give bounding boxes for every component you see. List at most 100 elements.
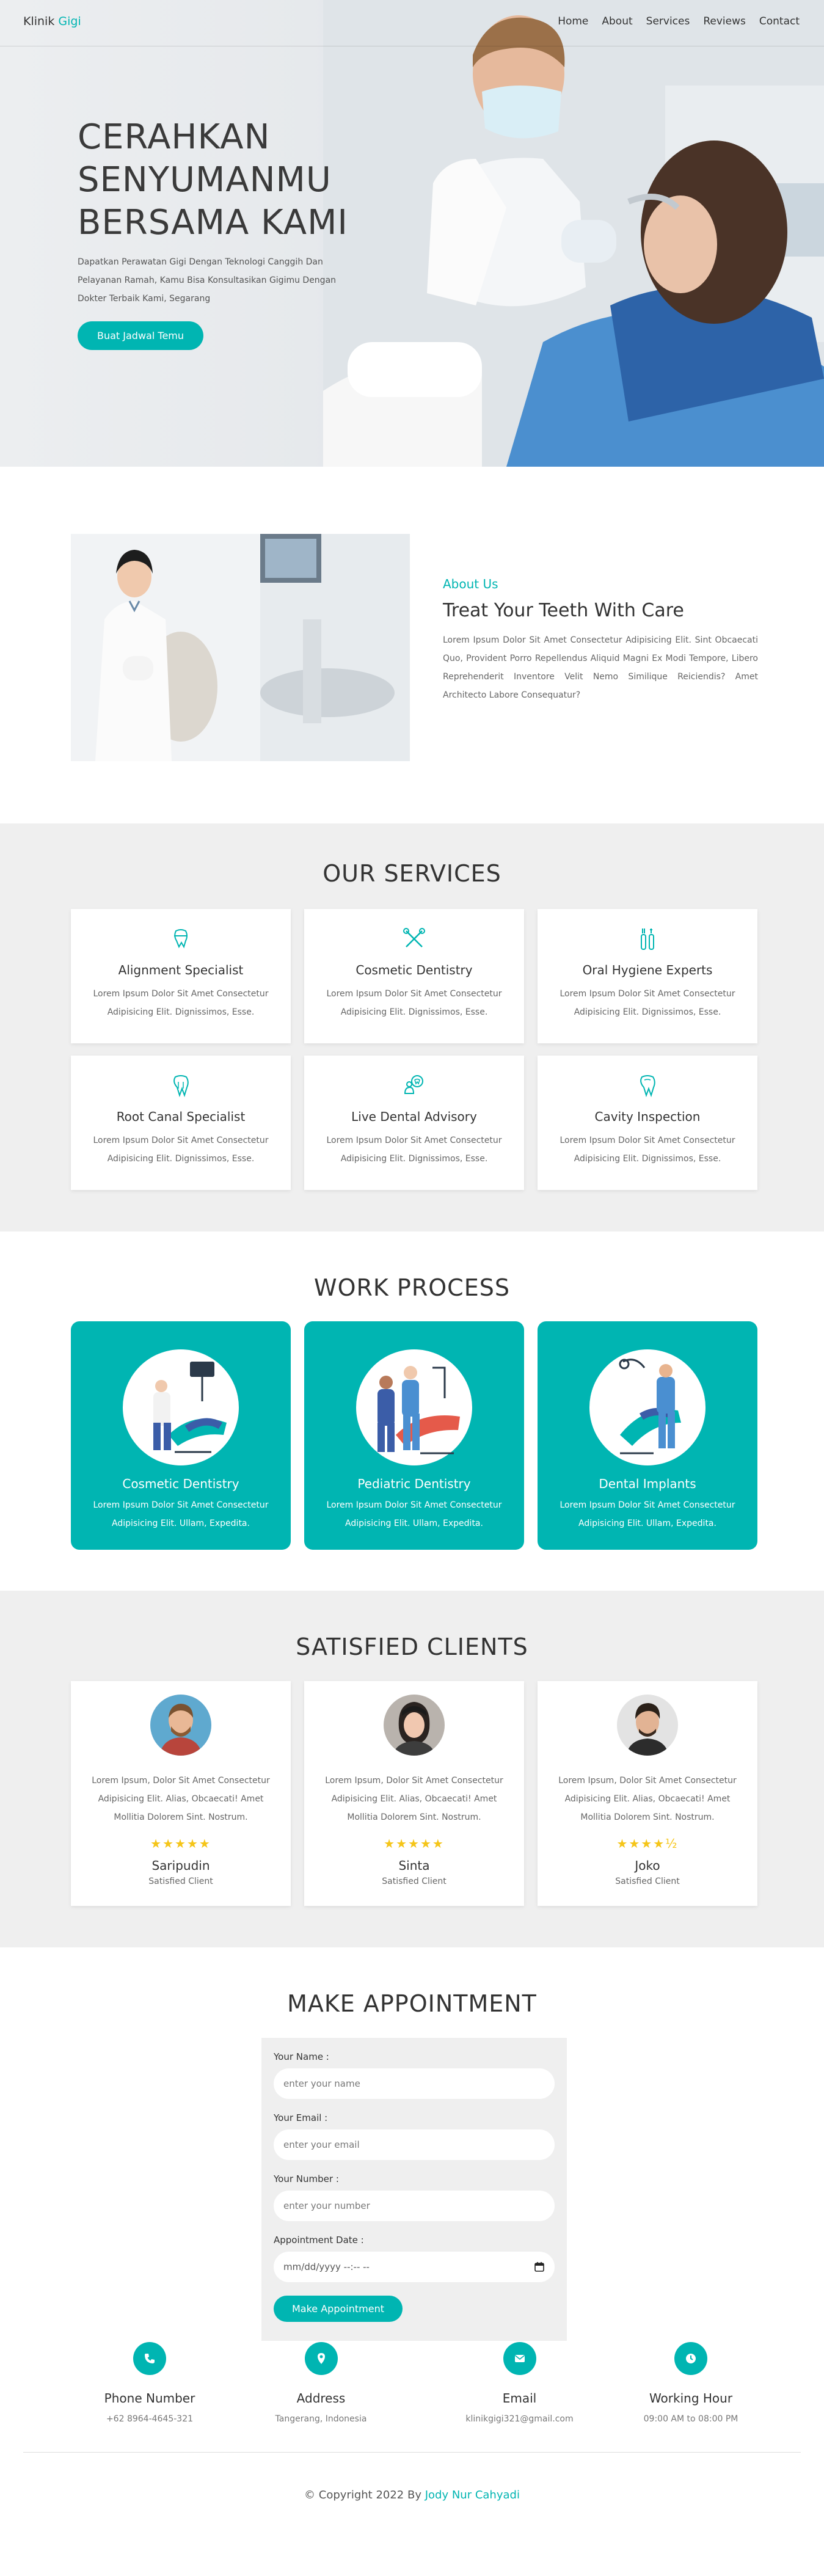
process-card-description: Lorem Ipsum Dolor Sit Amet Consectetur A… — [93, 1500, 269, 1528]
client-grid: Lorem Ipsum, Dolor Sit Amet Consectetur … — [71, 1681, 757, 1906]
testimonial-card: Lorem Ipsum, Dolor Sit Amet Consectetur … — [304, 1681, 524, 1906]
braces-icon — [174, 929, 188, 949]
service-description: Lorem Ipsum Dolor Sit Amet Consectetur A… — [93, 989, 269, 1017]
logo[interactable]: Klinik Gigi — [23, 15, 81, 28]
contact-value: Tangerang, Indonesia — [275, 2414, 367, 2424]
nav-link-reviews[interactable]: Reviews — [703, 15, 746, 27]
date-input-value: mm/dd/yyyy --:-- -- — [283, 2261, 370, 2272]
service-card[interactable]: Alignment Specialist Lorem Ipsum Dolor S… — [71, 909, 291, 1043]
service-title: Oral Hygiene Experts — [582, 963, 713, 977]
name-label: Your Name : — [274, 2051, 329, 2062]
service-title: Live Dental Advisory — [351, 1109, 477, 1124]
make-appointment-button[interactable]: Make Appointment — [274, 2296, 403, 2322]
date-input[interactable]: mm/dd/yyyy --:-- -- — [274, 2252, 555, 2282]
hero-description: Dapatkan Perawatan Gigi Dengan Teknologi… — [78, 257, 337, 304]
contact-value: 09:00 AM to 08:00 PM — [643, 2414, 738, 2424]
testimonial-card: Lorem Ipsum, Dolor Sit Amet Consectetur … — [71, 1681, 291, 1906]
process-grid: Cosmetic Dentistry Lorem Ipsum Dolor Sit… — [71, 1321, 757, 1550]
author-link[interactable]: Jody Nur Cahyadi — [425, 2489, 520, 2501]
client-name: Joko — [635, 1858, 660, 1873]
contact-item: Email klinikgigi321@gmail.com — [420, 2342, 619, 2424]
service-card[interactable]: Oral Hygiene Experts Lorem Ipsum Dolor S… — [538, 909, 757, 1043]
contact-value[interactable]: klinikgigi321@gmail.com — [420, 2414, 619, 2424]
service-card[interactable]: Live Dental Advisory Lorem Ipsum Dolor S… — [304, 1056, 524, 1190]
process-card-title: Pediatric Dentistry — [357, 1476, 471, 1491]
divider — [23, 2452, 801, 2453]
contact-item: Phone Number +62 8964-4645-321 — [78, 2342, 222, 2424]
avatar — [384, 1695, 445, 1756]
service-card[interactable]: Root Canal Specialist Lorem Ipsum Dolor … — [71, 1056, 291, 1190]
about-content: About Us Treat Your Teeth With Care Lore… — [443, 577, 758, 704]
contact-section: Phone Number +62 8964-4645-321 Address T… — [0, 2342, 824, 2483]
tooth-root-icon — [173, 1075, 189, 1098]
nav-link-contact[interactable]: Contact — [759, 15, 800, 27]
email-input[interactable]: enter your email — [274, 2129, 555, 2160]
service-grid: Alignment Specialist Lorem Ipsum Dolor S… — [71, 909, 758, 1190]
tooth-icon — [640, 1075, 655, 1098]
nav-link-about[interactable]: About — [602, 15, 632, 27]
location-pin-icon — [304, 2342, 338, 2375]
about-section: About Us Treat Your Teeth With Care Lore… — [0, 467, 824, 823]
nav-link-home[interactable]: Home — [558, 15, 588, 27]
book-appointment-button[interactable]: Buat Jadwal Temu — [78, 321, 204, 350]
appointment-title: MAKE APPOINTMENT — [287, 1990, 537, 2017]
process-card[interactable]: Pediatric Dentistry Lorem Ipsum Dolor Si… — [304, 1321, 524, 1550]
clients-title: SATISFIED CLIENTS — [296, 1633, 528, 1660]
services-title: OUR SERVICES — [323, 860, 501, 887]
testimonial-text: Lorem Ipsum, Dolor Sit Amet Consectetur … — [558, 1776, 737, 1822]
footer: © Copyright 2022 By Jody Nur Cahyadi — [0, 2483, 824, 2574]
process-card-title: Cosmetic Dentistry — [122, 1476, 239, 1491]
service-card[interactable]: Cosmetic Dentistry Lorem Ipsum Dolor Sit… — [304, 909, 524, 1043]
about-kicker: About Us — [443, 577, 498, 591]
logo-main-text: Klinik — [23, 15, 55, 28]
testimonial-card: Lorem Ipsum, Dolor Sit Amet Consectetur … — [538, 1681, 757, 1906]
advisory-icon — [404, 1075, 423, 1094]
service-description: Lorem Ipsum Dolor Sit Amet Consectetur A… — [560, 989, 735, 1017]
service-title: Cosmetic Dentistry — [355, 963, 473, 977]
contact-label: Email — [502, 2391, 537, 2406]
number-input[interactable]: enter your number — [274, 2191, 555, 2221]
calendar-icon[interactable] — [534, 2261, 545, 2272]
star-rating: ★★★★½ — [616, 1836, 679, 1851]
star-rating: ★★★★★ — [384, 1836, 445, 1851]
pediatric-dentistry-illustration — [356, 1349, 472, 1465]
contact-item: Working Hour 09:00 AM to 08:00 PM — [619, 2342, 763, 2424]
testimonial-text: Lorem Ipsum, Dolor Sit Amet Consectetur … — [92, 1776, 270, 1822]
about-title: Treat Your Teeth With Care — [443, 600, 684, 621]
avatar — [617, 1695, 678, 1756]
number-label: Your Number : — [274, 2173, 339, 2184]
service-description: Lorem Ipsum Dolor Sit Amet Consectetur A… — [326, 1136, 502, 1164]
work-process-section: WORK PROCESS Cosmetic Dentistry Lorem Ip… — [0, 1231, 824, 1591]
contact-label: Working Hour — [649, 2391, 733, 2406]
process-card-title: Dental Implants — [599, 1476, 696, 1491]
logo-accent-text: Gigi — [58, 15, 81, 28]
contact-label: Address — [296, 2391, 346, 2406]
services-section: OUR SERVICES Alignment Specialist Lorem … — [0, 823, 824, 1231]
contact-value: +62 8964-4645-321 — [106, 2414, 194, 2424]
copyright-text: © Copyright 2022 By — [304, 2489, 421, 2501]
service-description: Lorem Ipsum Dolor Sit Amet Consectetur A… — [93, 1136, 269, 1164]
star-rating: ★★★★★ — [150, 1836, 211, 1851]
tools-icon — [403, 928, 425, 947]
date-label: Appointment Date : — [274, 2235, 364, 2246]
process-card[interactable]: Cosmetic Dentistry Lorem Ipsum Dolor Sit… — [71, 1321, 291, 1550]
client-name: Saripudin — [151, 1858, 210, 1873]
avatar — [150, 1695, 211, 1756]
nav-menu: Home About Services Reviews Contact — [558, 15, 800, 27]
name-input[interactable]: enter your name — [274, 2068, 555, 2099]
service-title: Root Canal Specialist — [116, 1109, 246, 1124]
dentist-patient-photo — [323, 0, 824, 467]
nav-link-services[interactable]: Services — [646, 15, 690, 27]
contact-item: Address Tangerang, Indonesia — [222, 2342, 420, 2424]
dental-implants-illustration — [589, 1349, 706, 1465]
contact-grid: Phone Number +62 8964-4645-321 Address T… — [78, 2342, 763, 2424]
toothbrush-icon — [641, 929, 654, 950]
service-card[interactable]: Cavity Inspection Lorem Ipsum Dolor Sit … — [538, 1056, 757, 1190]
hero-title: CERAHKAN SENYUMANMU BERSAMA KAMI — [78, 117, 348, 243]
hero-content: CERAHKAN SENYUMANMU BERSAMA KAMI Dapatka… — [78, 116, 365, 350]
contact-label: Phone Number — [104, 2391, 195, 2406]
process-card[interactable]: Dental Implants Lorem Ipsum Dolor Sit Am… — [538, 1321, 757, 1550]
service-description: Lorem Ipsum Dolor Sit Amet Consectetur A… — [560, 1136, 735, 1164]
cosmetic-dentistry-illustration — [123, 1349, 239, 1465]
service-description: Lorem Ipsum Dolor Sit Amet Consectetur A… — [326, 989, 502, 1017]
